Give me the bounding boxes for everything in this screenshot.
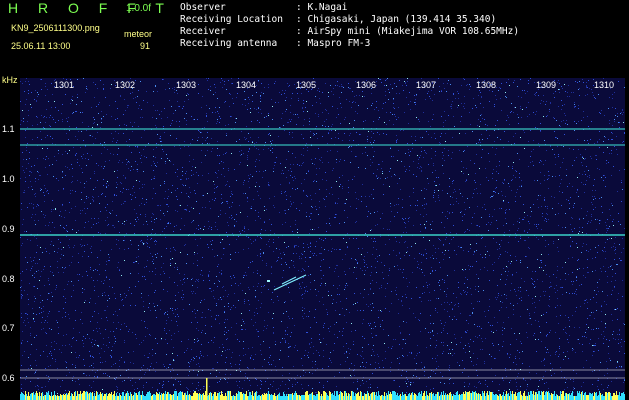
x-tick-label: 1310 [594, 80, 615, 90]
spectrogram-plot [20, 78, 625, 400]
file-name: KN9_2506111300.png [11, 23, 100, 33]
x-tick-label: 1304 [236, 80, 257, 90]
date-time: 25.06.11 13:00 [11, 41, 71, 51]
y-tick-label: 0.8 [2, 274, 15, 284]
meta-value: : Chigasaki, Japan (139.414 35.340) [296, 14, 497, 25]
y-tick-label: 0.9 [2, 224, 15, 234]
meta-value: : K.Nagai [296, 2, 348, 13]
meteor-count: 91 [140, 41, 151, 51]
meteor-echo [267, 280, 270, 282]
activity-spike [206, 378, 208, 400]
spectrogram-canvas [20, 78, 625, 400]
x-tick-label: 1308 [476, 80, 497, 90]
meta-location: Receiving Location : Chigasaki, Japan (13… [180, 14, 496, 26]
y-tick-label: 0.6 [2, 373, 15, 383]
x-tick-label: 1306 [356, 80, 377, 90]
x-tick-label: 1303 [176, 80, 197, 90]
x-tick-label: 1302 [115, 80, 136, 90]
meta-value: : AirSpy mini (Miakejima VOR 108.65MHz) [296, 26, 520, 37]
x-tick-label: 1305 [296, 80, 317, 90]
activity-bars [20, 391, 625, 400]
meteor-label: meteor [124, 29, 153, 39]
meta-key: Receiving Location [180, 14, 283, 25]
x-tick-label: 1307 [416, 80, 437, 90]
noise-layer [20, 78, 625, 400]
meta-antenna: Receiving antenna : Maspro FM-3 [180, 38, 370, 50]
meta-receiver: Receiver : AirSpy mini (Miakejima VOR 108… [180, 26, 519, 38]
y-tick-label: 0.7 [2, 323, 15, 333]
y-tick-label: 1.1 [2, 124, 15, 134]
x-tick-label: 1309 [536, 80, 557, 90]
meteor-echo [273, 274, 307, 291]
meta-observer: Observer : K.Nagai [180, 2, 347, 14]
header-panel: H R O F F T 1.0.0f KN9_2506111300.png me… [0, 0, 629, 78]
meta-key: Receiver [180, 26, 226, 37]
y-tick-label: 1.0 [2, 174, 15, 184]
meta-key: Receiving antenna [180, 38, 278, 49]
y-axis-unit: kHz [2, 75, 18, 85]
meta-key: Observer [180, 2, 226, 13]
meta-value: : Maspro FM-3 [296, 38, 371, 49]
x-tick-label: 1301 [54, 80, 75, 90]
app-version: 1.0.0f [126, 3, 152, 14]
